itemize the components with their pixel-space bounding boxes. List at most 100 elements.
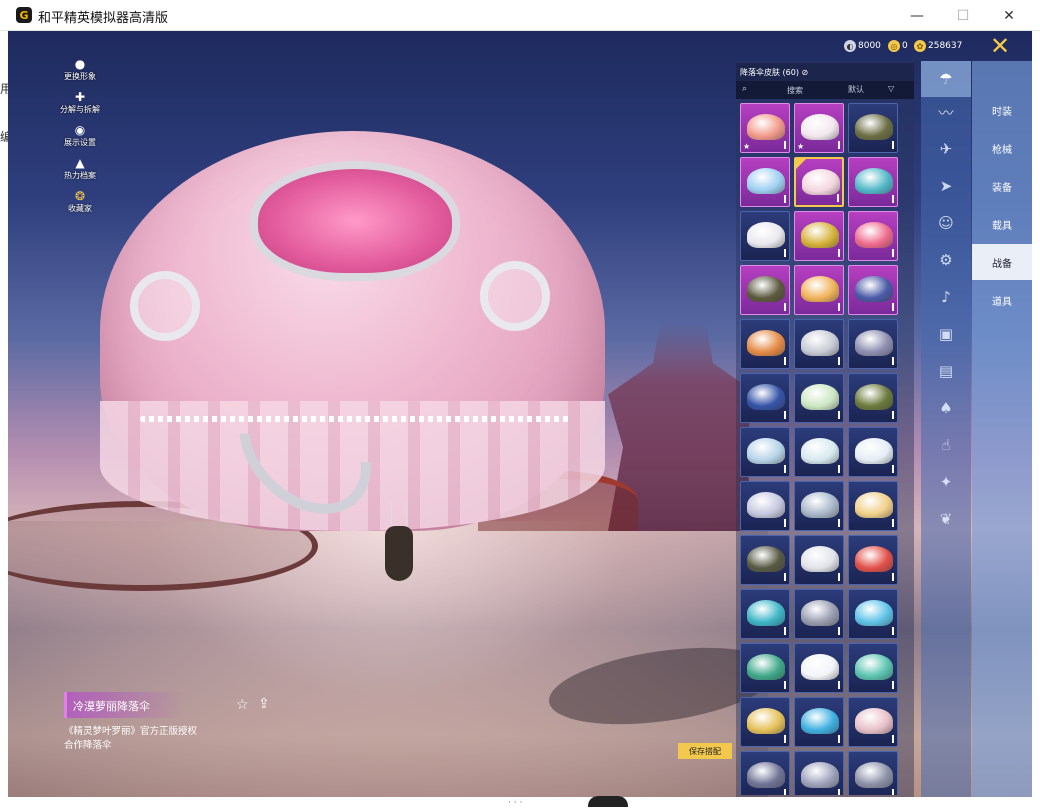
parachute-thumbnail-icon <box>747 492 785 518</box>
owned-marker <box>838 681 840 689</box>
face-icon[interactable]: ☺ <box>931 208 961 238</box>
window-close-button[interactable]: ✕ <box>986 0 1032 31</box>
skin-cell[interactable] <box>794 157 844 207</box>
left-menu-item[interactable]: ▲ 热力档案 <box>52 156 108 181</box>
leaf-icon[interactable]: ❦ <box>931 504 961 534</box>
skin-cell[interactable] <box>848 535 898 585</box>
skin-cell[interactable] <box>848 319 898 369</box>
search-input[interactable] <box>754 83 836 97</box>
left-menu-item[interactable]: ❂ 收藏家 <box>52 189 108 214</box>
owned-marker <box>892 411 894 419</box>
parachute-thumbnail-icon <box>747 708 785 734</box>
category-tab[interactable]: 载具 <box>972 206 1032 242</box>
parachute-thumbnail-icon <box>747 222 785 248</box>
skin-cell[interactable] <box>848 265 898 315</box>
skin-cell[interactable] <box>794 481 844 531</box>
skin-cell[interactable] <box>740 643 790 693</box>
skin-cell[interactable] <box>794 211 844 261</box>
skin-cell[interactable] <box>740 319 790 369</box>
parachute-icon[interactable]: ☂ <box>921 61 971 97</box>
parachute-thumbnail-icon <box>801 492 839 518</box>
skin-cell[interactable] <box>740 697 790 747</box>
parachute-preview[interactable] <box>100 131 605 540</box>
emulator-window: G 和平精英模拟器高清版 — ☐ ✕ 用 编 ● 更换形象 ✚ 分解与拆解 ◉ … <box>0 0 1040 808</box>
robot-icon[interactable]: ⚙ <box>931 245 961 275</box>
silver-coin-icon: ◐ <box>844 40 856 52</box>
parachute-thumbnail-icon <box>801 654 839 680</box>
puzzle-icon: ✚ <box>74 90 86 104</box>
parachute-thumbnail-icon <box>855 276 893 302</box>
category-tab[interactable]: 装备 <box>972 168 1032 204</box>
share-icon[interactable]: ⇪ <box>258 696 270 712</box>
skin-cell[interactable] <box>794 697 844 747</box>
spray-icon[interactable]: ♠ <box>931 393 961 423</box>
close-icon[interactable]: ✕ <box>972 31 1028 61</box>
skin-cell[interactable] <box>848 103 898 153</box>
filter-icon[interactable]: ⊘ <box>802 68 809 77</box>
skin-cell[interactable] <box>848 481 898 531</box>
owned-marker <box>784 789 786 795</box>
skin-cell[interactable] <box>740 211 790 261</box>
maximize-button[interactable]: ☐ <box>940 0 986 31</box>
glider-icon[interactable]: ➤ <box>931 171 961 201</box>
picture-icon[interactable]: ▤ <box>931 356 961 386</box>
skin-cell[interactable] <box>740 157 790 207</box>
skin-cell[interactable] <box>848 751 898 795</box>
skin-cell[interactable] <box>848 157 898 207</box>
skin-cell[interactable] <box>794 535 844 585</box>
skin-cell[interactable] <box>740 427 790 477</box>
skin-cell[interactable] <box>740 751 790 795</box>
left-menu-item[interactable]: ● 更换形象 <box>52 57 108 82</box>
skin-cell[interactable] <box>794 319 844 369</box>
wand-icon[interactable]: ✦ <box>931 467 961 497</box>
hand-icon[interactable]: ☝ <box>931 430 961 460</box>
skin-cell[interactable]: ★ <box>794 103 844 153</box>
skin-cell[interactable] <box>740 481 790 531</box>
background-window-text: 用 <box>0 82 13 96</box>
category-tab[interactable]: 战备 <box>972 244 1032 280</box>
parachute-thumbnail-icon <box>855 492 893 518</box>
skin-cell[interactable] <box>848 373 898 423</box>
skin-cell[interactable]: ★ <box>740 103 790 153</box>
currency-coin-a: ◐ 8000 <box>844 40 881 52</box>
category-tab[interactable]: 枪械 <box>972 130 1032 166</box>
favorite-star-icon[interactable]: ☆ <box>236 697 249 713</box>
parachute-thumbnail-icon <box>855 762 893 788</box>
parachute-thumbnail-icon <box>801 222 839 248</box>
skin-cell[interactable] <box>794 265 844 315</box>
gold-token-icon: ◎ <box>888 40 900 52</box>
skin-cell[interactable] <box>794 751 844 795</box>
owned-marker <box>784 141 786 149</box>
save-outfit-button[interactable]: 保存搭配 <box>678 743 732 759</box>
left-menu-item[interactable]: ◉ 展示设置 <box>52 123 108 148</box>
collector-badge-icon: ❂ <box>74 189 86 203</box>
eye-icon: ◉ <box>74 123 86 137</box>
skin-cell[interactable] <box>848 589 898 639</box>
skin-cell[interactable] <box>794 373 844 423</box>
left-menu-item[interactable]: ✚ 分解与拆解 <box>52 90 108 115</box>
skin-cell[interactable] <box>740 265 790 315</box>
sound-icon[interactable]: ♪ <box>931 282 961 312</box>
category-tab-column: 时装 枪械 装备 载具 战备 道具 <box>972 61 1032 798</box>
skin-cell[interactable] <box>794 589 844 639</box>
skin-cell[interactable] <box>848 697 898 747</box>
sort-select[interactable]: 默认 <box>848 84 864 95</box>
plane-icon[interactable]: ✈ <box>931 134 961 164</box>
parachute-thumbnail-icon <box>855 384 893 410</box>
category-tab[interactable]: 道具 <box>972 282 1032 318</box>
game-viewport: ● 更换形象 ✚ 分解与拆解 ◉ 展示设置 ▲ 热力档案 ❂ 收藏家 ◐ 800… <box>8 31 1032 798</box>
chevron-down-icon[interactable]: ▽ <box>888 84 894 93</box>
parachute-thumbnail-icon <box>855 654 893 680</box>
skin-cell[interactable] <box>794 427 844 477</box>
category-tab[interactable]: 时装 <box>972 92 1032 128</box>
skin-cell[interactable] <box>740 373 790 423</box>
skin-cell[interactable] <box>848 211 898 261</box>
skin-cell[interactable] <box>848 643 898 693</box>
skin-cell[interactable] <box>794 643 844 693</box>
minimize-button[interactable]: — <box>894 0 940 31</box>
skin-cell[interactable] <box>740 589 790 639</box>
card-icon[interactable]: ▣ <box>931 319 961 349</box>
wings-icon[interactable]: 〰 <box>931 97 961 127</box>
skin-cell[interactable] <box>848 427 898 477</box>
skin-cell[interactable] <box>740 535 790 585</box>
